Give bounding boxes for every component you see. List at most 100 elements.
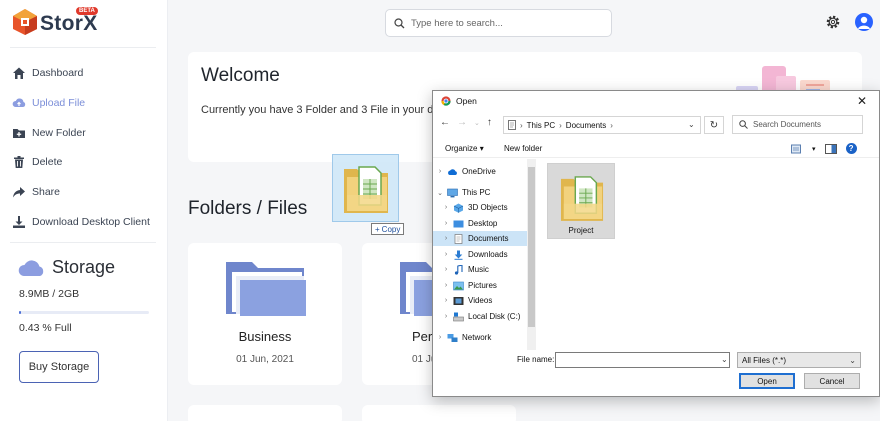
- new-folder-button[interactable]: New folder: [504, 144, 542, 153]
- close-icon[interactable]: ✕: [857, 94, 867, 108]
- tree-item-downloads[interactable]: › Downloads: [443, 247, 527, 262]
- tree-item-local-disk[interactable]: › Local Disk (C:): [443, 309, 527, 324]
- chevron-right-icon: ›: [444, 220, 448, 227]
- tree-item-documents[interactable]: › Documents: [433, 231, 527, 246]
- cloud-icon: [18, 259, 44, 276]
- sidebar-item-delete[interactable]: Delete: [12, 153, 62, 171]
- chevron-right-icon: ›: [444, 282, 448, 289]
- cancel-button[interactable]: Cancel: [804, 373, 860, 389]
- storage-heading: Storage: [18, 257, 115, 278]
- tree-item-videos[interactable]: › Videos: [443, 293, 527, 308]
- forward-arrow-icon[interactable]: →: [457, 117, 467, 128]
- storage-progress-fill: [19, 311, 21, 314]
- chevron-right-icon: ›: [444, 251, 448, 258]
- preview-pane-icon[interactable]: [824, 143, 837, 154]
- address-bar[interactable]: › This PC › Documents › ⌄: [503, 116, 701, 134]
- sidebar-item-dashboard[interactable]: Dashboard: [12, 64, 83, 82]
- music-icon: [454, 264, 463, 275]
- desktop-icon: [453, 220, 464, 227]
- tree-item-onedrive[interactable]: › OneDrive: [437, 164, 527, 179]
- 3d-objects-icon: [453, 203, 464, 213]
- breadcrumb-this-pc[interactable]: This PC: [527, 121, 555, 130]
- chevron-down-icon: ⌄: [437, 189, 443, 197]
- sidebar-item-download-desktop-client[interactable]: Download Desktop Client: [12, 213, 150, 231]
- folder-card-business[interactable]: Business 01 Jun, 2021: [188, 243, 342, 385]
- up-arrow-icon[interactable]: ↑: [487, 117, 492, 128]
- dialog-titlebar[interactable]: Open: [441, 96, 477, 106]
- tree-item-label: 3D Objects: [468, 203, 508, 212]
- search-box[interactable]: [385, 9, 612, 37]
- tree-scrollbar-thumb[interactable]: [528, 167, 535, 327]
- gear-icon[interactable]: [825, 14, 841, 30]
- chevron-right-icon: ›: [559, 120, 562, 130]
- videos-icon: [453, 296, 464, 305]
- folder-card-stub: [188, 405, 342, 421]
- tree-item-label: Downloads: [468, 250, 508, 259]
- folder-card-personal[interactable]: Pers 01 Ju: [362, 243, 442, 385]
- user-avatar[interactable]: [855, 13, 873, 31]
- refresh-icon: ↻: [709, 119, 719, 131]
- tree-item-pictures[interactable]: › Pictures: [443, 278, 527, 293]
- organize-label: Organize: [445, 144, 478, 153]
- view-dropdown-icon[interactable]: ▾: [812, 145, 816, 153]
- back-arrow-icon[interactable]: ←: [440, 117, 450, 128]
- buy-storage-button[interactable]: Buy Storage: [19, 351, 99, 383]
- search-input[interactable]: [411, 17, 601, 29]
- sidebar-item-label: New Folder: [32, 127, 86, 139]
- welcome-message: Currently you have 3 Folder and 3 File i…: [201, 104, 452, 116]
- dialog-search-input[interactable]: [753, 120, 861, 129]
- tree-item-label: Videos: [468, 296, 493, 305]
- file-name-input[interactable]: [555, 352, 730, 368]
- tree-item-network[interactable]: › Network: [437, 330, 527, 345]
- brand-name: StorX: [40, 12, 98, 35]
- onedrive-icon: [448, 168, 457, 175]
- tree-item-desktop[interactable]: › Desktop: [443, 216, 527, 231]
- refresh-button[interactable]: ↻: [704, 116, 724, 134]
- tree-item-label: Pictures: [468, 281, 497, 290]
- tree-item-music[interactable]: › Music: [443, 262, 527, 277]
- chevron-down-icon[interactable]: ⌄: [688, 120, 695, 129]
- file-item-project[interactable]: Project: [547, 163, 615, 239]
- dialog-title: Open: [456, 96, 477, 106]
- sidebar-item-share[interactable]: Share: [12, 183, 60, 201]
- sidebar-item-new-folder[interactable]: New Folder: [12, 124, 86, 142]
- storage-percent: 0.43 % Full: [19, 322, 72, 334]
- file-type-select[interactable]: All Files (*.*) ⌄: [737, 352, 861, 368]
- sidebar-item-label: Download Desktop Client: [32, 216, 150, 228]
- help-icon[interactable]: ?: [845, 143, 857, 154]
- brand-logo[interactable]: StorX BETA: [12, 7, 112, 38]
- chevron-right-icon: ›: [444, 235, 448, 242]
- sidebar-divider: [10, 47, 156, 48]
- search-icon: [739, 120, 748, 129]
- file-type-value: All Files (*.*): [742, 355, 787, 365]
- storage-progress-bar: [19, 311, 149, 314]
- view-options-icon[interactable]: [791, 144, 803, 154]
- tree-item-label: Local Disk (C:): [468, 312, 521, 321]
- downloads-icon: [454, 250, 463, 260]
- open-file-dialog: Open ✕ ← → ⌄ ↑ › This PC › Documents › ⌄…: [432, 90, 880, 397]
- chrome-icon: [441, 96, 451, 106]
- dialog-search-box[interactable]: [732, 115, 863, 134]
- dialog-navigation: ← → ⌄ ↑: [440, 117, 492, 128]
- chevron-down-icon: ⌄: [849, 356, 856, 365]
- sidebar-item-upload-file[interactable]: Upload File: [12, 94, 85, 112]
- chevron-right-icon: ›: [610, 120, 613, 130]
- sidebar-item-label: Upload File: [32, 97, 86, 109]
- tree-item-this-pc[interactable]: ⌄ This PC: [437, 185, 527, 200]
- folders-files-heading: Folders / Files: [188, 198, 308, 219]
- chevron-down-icon[interactable]: ⌄: [721, 355, 728, 364]
- tree-item-3d-objects[interactable]: › 3D Objects: [443, 200, 527, 215]
- plus-icon: +: [375, 224, 380, 234]
- pictures-icon: [453, 281, 464, 290]
- recent-dropdown-icon[interactable]: ⌄: [474, 119, 480, 127]
- organize-button[interactable]: Organize ▾: [445, 144, 484, 153]
- file-list-pane: Project: [537, 159, 879, 350]
- breadcrumb-documents[interactable]: Documents: [566, 121, 606, 130]
- tree-scrollbar[interactable]: [527, 159, 536, 350]
- dialog-command-bar: Organize ▾ New folder ▾ ?: [433, 140, 879, 158]
- open-button[interactable]: Open: [739, 373, 795, 389]
- search-icon: [394, 17, 405, 28]
- documents-icon: [454, 233, 463, 244]
- chevron-right-icon: ›: [444, 297, 448, 304]
- view-controls: ▾ ?: [791, 143, 857, 154]
